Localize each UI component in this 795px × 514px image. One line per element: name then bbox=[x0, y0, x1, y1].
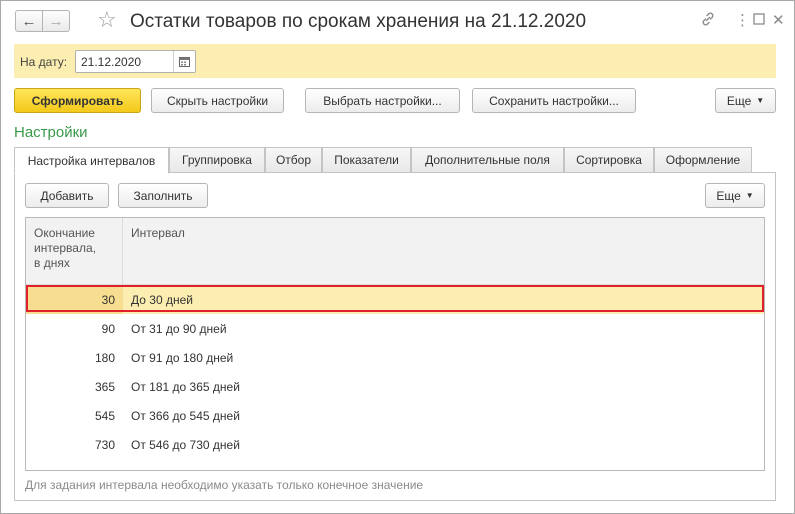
table-more-label: Еще bbox=[716, 188, 741, 203]
table-row[interactable]: 30 До 30 дней bbox=[26, 285, 764, 314]
tab-indicators[interactable]: Показатели bbox=[322, 147, 411, 173]
table-row[interactable]: 545 От 366 до 545 дней bbox=[26, 401, 764, 430]
report-window: ← → ☆ Остатки товаров по срокам хранения… bbox=[0, 0, 795, 514]
forward-button[interactable]: → bbox=[42, 10, 70, 32]
column-header-end[interactable]: Окончание интервала, в днях bbox=[26, 218, 123, 285]
cell-end-value[interactable]: 180 bbox=[26, 343, 123, 372]
save-settings-button[interactable]: Сохранить настройки... bbox=[472, 88, 636, 113]
select-settings-button[interactable]: Выбрать настройки... bbox=[305, 88, 460, 113]
cell-interval[interactable]: От 91 до 180 дней bbox=[131, 351, 233, 365]
tab-grouping[interactable]: Группировка bbox=[169, 147, 265, 173]
back-button[interactable]: ← bbox=[15, 10, 43, 32]
cell-interval[interactable]: От 31 до 90 дней bbox=[131, 322, 227, 336]
arrow-left-icon: ← bbox=[21, 12, 37, 30]
more-vertical-icon[interactable]: ⋮ bbox=[735, 11, 750, 31]
cell-interval[interactable]: От 181 до 365 дней bbox=[131, 380, 240, 394]
tab-intervals[interactable]: Настройка интервалов bbox=[14, 147, 169, 174]
star-icon[interactable]: ☆ bbox=[97, 7, 117, 33]
settings-title: Настройки bbox=[14, 124, 88, 141]
column-header-line: интервала, bbox=[34, 241, 96, 255]
maximize-icon[interactable] bbox=[753, 11, 765, 31]
close-icon[interactable]: ✕ bbox=[772, 11, 785, 31]
tab-filter[interactable]: Отбор bbox=[265, 147, 322, 173]
table-row[interactable]: 180 От 91 до 180 дней bbox=[26, 343, 764, 372]
table-row[interactable]: 90 От 31 до 90 дней bbox=[26, 314, 764, 343]
hide-settings-button[interactable]: Скрыть настройки bbox=[151, 88, 284, 113]
cell-end-value[interactable]: 730 bbox=[26, 430, 123, 459]
fill-button[interactable]: Заполнить bbox=[118, 183, 208, 208]
table-row[interactable]: 730 От 546 до 730 дней bbox=[26, 430, 764, 459]
add-button[interactable]: Добавить bbox=[25, 183, 109, 208]
intervals-table[interactable]: Окончание интервала, в днях Интервал 30 … bbox=[25, 217, 765, 471]
more-label: Еще bbox=[726, 93, 752, 108]
cell-interval[interactable]: От 546 до 730 дней bbox=[131, 438, 240, 452]
cell-end-value[interactable]: 545 bbox=[26, 401, 123, 430]
cell-end-value[interactable]: 30 bbox=[26, 285, 123, 314]
column-header-line: Окончание bbox=[34, 226, 95, 240]
calendar-button[interactable] bbox=[173, 51, 195, 72]
column-header-interval[interactable]: Интервал bbox=[131, 226, 185, 240]
table-header: Окончание интервала, в днях Интервал bbox=[26, 218, 764, 285]
date-label: На дату: bbox=[20, 55, 68, 69]
hint-text: Для задания интервала необходимо указать… bbox=[25, 478, 424, 492]
column-header-line: в днях bbox=[34, 256, 70, 270]
date-panel: На дату: 21.12.2020 bbox=[14, 44, 776, 78]
cell-end-value[interactable]: 365 bbox=[26, 372, 123, 401]
arrow-right-icon: → bbox=[48, 12, 64, 30]
cell-end-value[interactable]: 90 bbox=[26, 314, 123, 343]
cell-interval[interactable]: До 30 дней bbox=[131, 293, 193, 307]
more-button[interactable]: Еще ▼ bbox=[715, 88, 776, 113]
title-bar: ← → ☆ Остатки товаров по срокам хранения… bbox=[1, 1, 794, 43]
table-row[interactable]: 365 От 181 до 365 дней bbox=[26, 372, 764, 401]
date-value[interactable]: 21.12.2020 bbox=[81, 55, 141, 69]
generate-button[interactable]: Сформировать bbox=[14, 88, 141, 113]
cell-interval[interactable]: От 366 до 545 дней bbox=[131, 409, 240, 423]
tab-sorting[interactable]: Сортировка bbox=[564, 147, 654, 173]
tab-appearance[interactable]: Оформление bbox=[654, 147, 752, 173]
dropdown-arrow-icon: ▼ bbox=[745, 191, 754, 200]
window-title: Остатки товаров по срокам хранения на 21… bbox=[130, 11, 587, 32]
date-field[interactable]: 21.12.2020 bbox=[75, 50, 196, 73]
intervals-panel: Добавить Заполнить Еще ▼ Окончание интер… bbox=[14, 172, 776, 501]
tab-additional-fields[interactable]: Дополнительные поля bbox=[411, 147, 564, 173]
link-icon[interactable] bbox=[700, 11, 716, 33]
dropdown-arrow-icon: ▼ bbox=[756, 96, 765, 105]
table-more-button[interactable]: Еще ▼ bbox=[705, 183, 765, 208]
calendar-icon bbox=[179, 57, 190, 67]
